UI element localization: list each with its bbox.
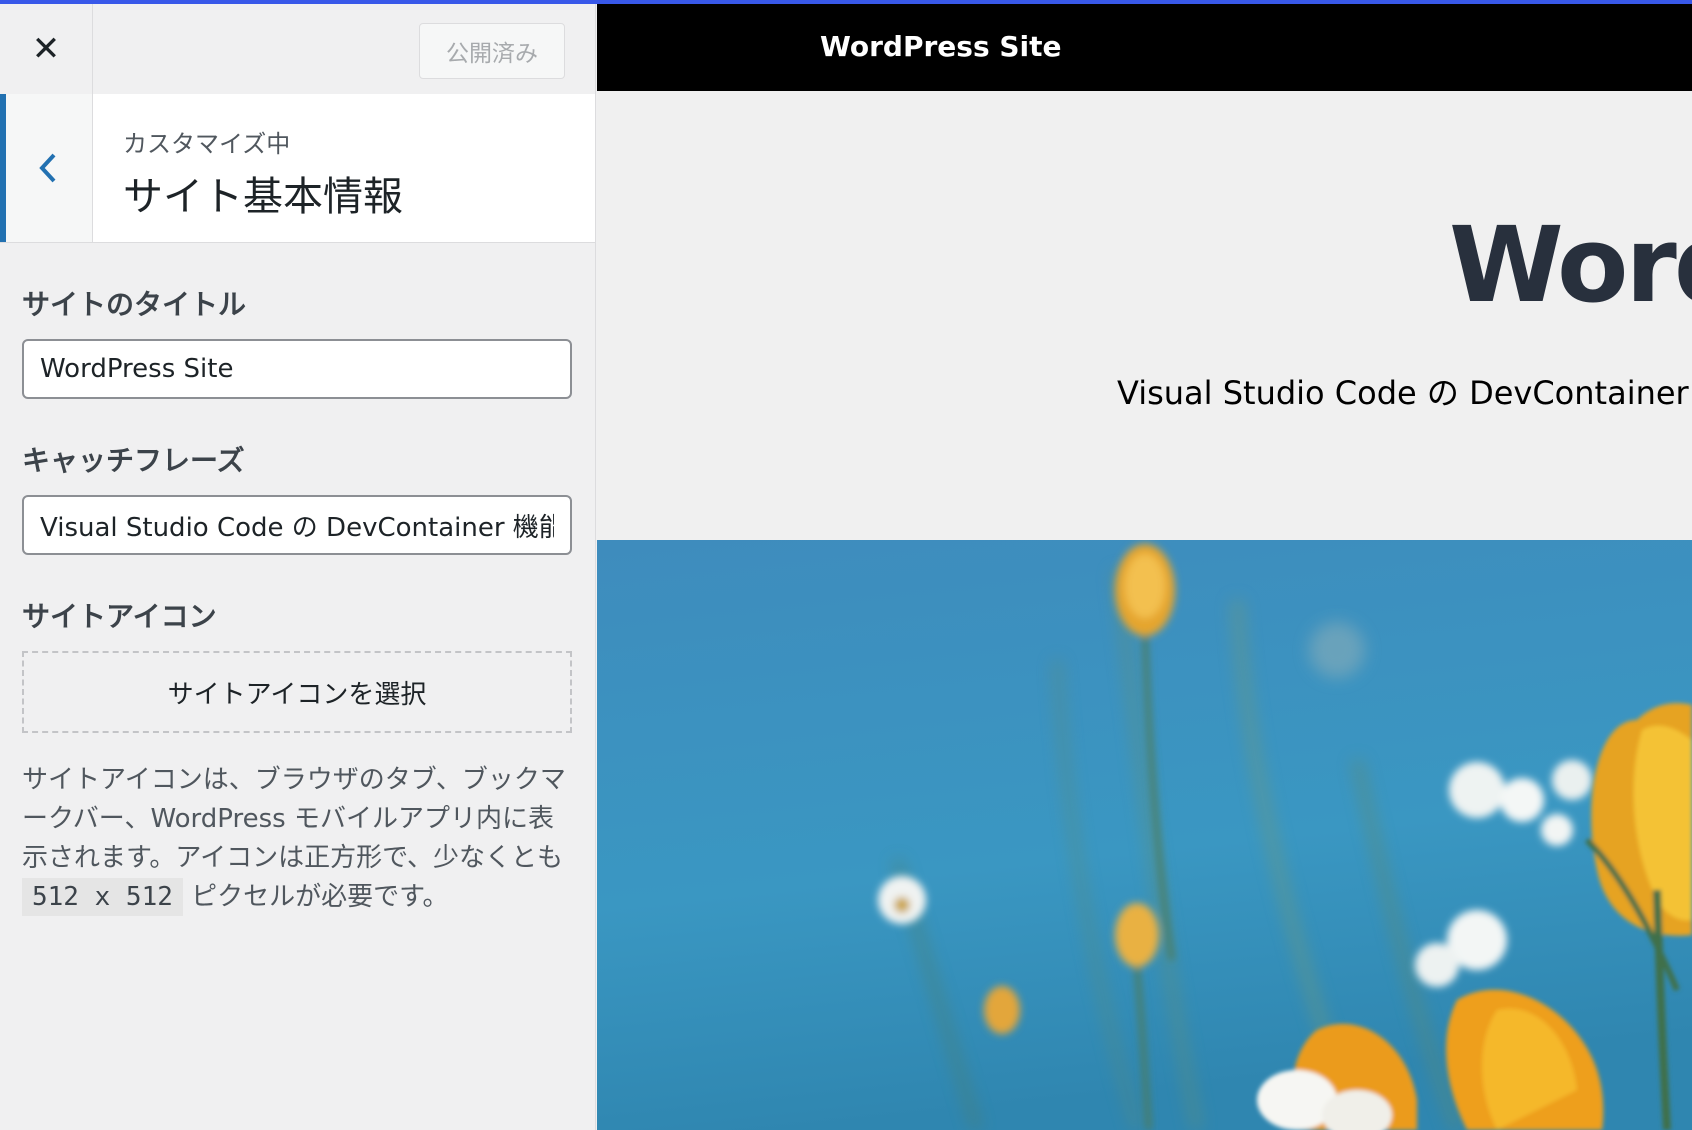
site-icon-description: サイトアイコンは、ブラウザのタブ、ブックマークバー、WordPress モバイル…: [22, 761, 572, 917]
close-button[interactable]: ✕: [0, 4, 93, 94]
site-icon-desc-text: サイトアイコンは、ブラウザのタブ、ブックマークバー、WordPress モバイル…: [22, 765, 566, 873]
site-title-input[interactable]: [22, 339, 572, 399]
customizer-sidebar: ✕ 公開済み カスタマイズ中 サイト基本情報 サイトのタイトル キャッチフレーズ…: [0, 4, 596, 1130]
controls-panel: サイトのタイトル キャッチフレーズ サイトアイコン サイトアイコンを選択 サイト…: [22, 242, 572, 917]
tagline-label: キャッチフレーズ: [22, 444, 245, 477]
site-title-label: サイトのタイトル: [22, 288, 247, 321]
customizer-header: ✕ 公開済み: [0, 4, 595, 95]
preview-tagline: Visual Studio Code の DevContainer 機能: [1117, 374, 1692, 412]
section-title: サイト基本情報: [123, 174, 403, 220]
tagline-input[interactable]: [22, 495, 572, 555]
chevron-left-icon: [39, 153, 56, 183]
back-button[interactable]: [6, 94, 93, 242]
publish-button[interactable]: 公開済み: [419, 23, 565, 79]
close-icon: ✕: [31, 29, 61, 69]
header-image: [597, 540, 1692, 1130]
select-site-icon-button[interactable]: サイトアイコンを選択: [22, 651, 572, 733]
preview-top-bar: WordPress Site: [597, 4, 1692, 91]
section-header: カスタマイズ中 サイト基本情報: [0, 94, 595, 243]
site-preview[interactable]: WordPress Site WordPress Site Visual Stu…: [597, 4, 1692, 1130]
preview-bar-title[interactable]: WordPress Site: [820, 30, 1062, 63]
customizing-label: カスタマイズ中: [123, 130, 291, 158]
site-icon-label: サイトアイコン: [22, 600, 217, 633]
preview-site-title[interactable]: WordPress Site: [1449, 204, 1692, 326]
site-icon-desc-text-end: ピクセルが必要です。: [182, 882, 449, 912]
site-icon-size-code: 512 x 512: [22, 878, 183, 916]
